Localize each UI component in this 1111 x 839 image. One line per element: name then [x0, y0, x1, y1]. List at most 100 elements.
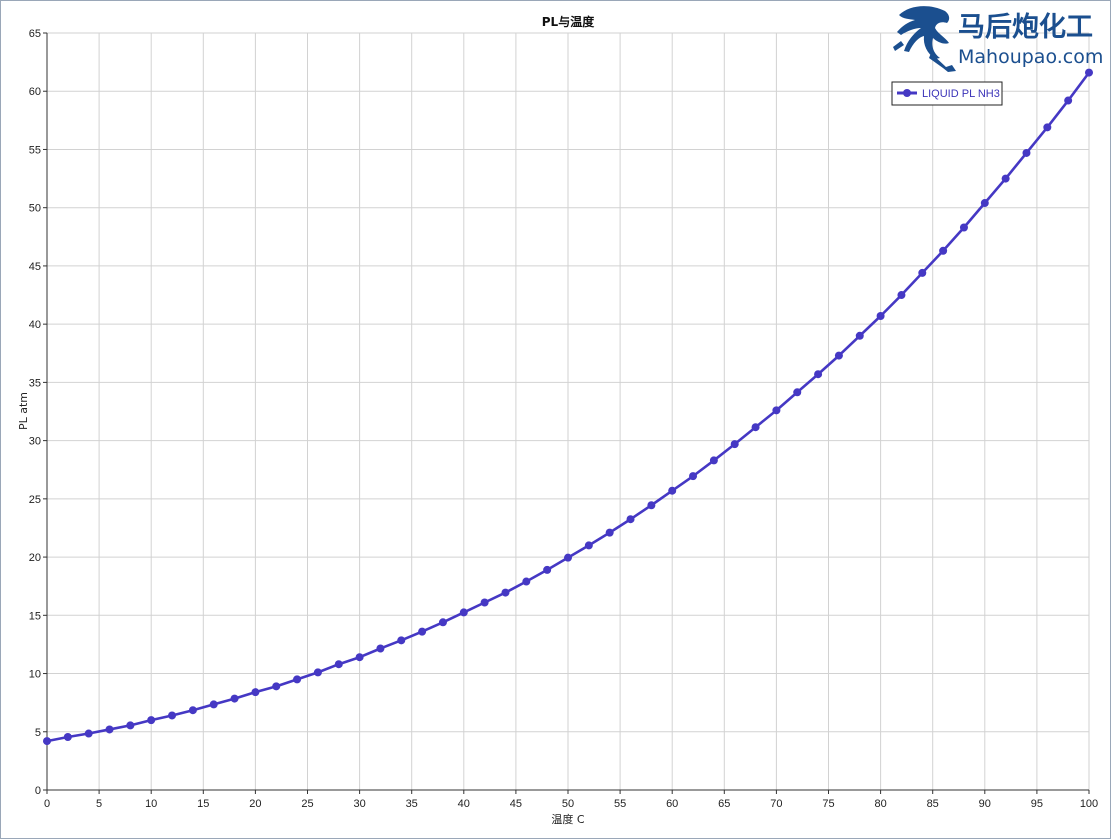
data-point	[376, 644, 385, 653]
data-point	[918, 268, 927, 277]
grid-lines	[46, 32, 1090, 791]
x-tick-label: 5	[96, 798, 102, 810]
x-tick-label: 80	[874, 798, 886, 810]
data-point	[980, 199, 989, 208]
data-point	[939, 246, 948, 255]
data-point	[147, 716, 156, 725]
data-point	[63, 733, 72, 742]
x-tick-label: 30	[353, 798, 365, 810]
x-tick-label: 40	[458, 798, 470, 810]
data-point	[564, 553, 572, 562]
y-tick-label: 10	[29, 669, 41, 681]
x-tick-label: 70	[770, 798, 782, 810]
data-point	[772, 406, 781, 415]
chart-title: PL与温度	[542, 14, 595, 29]
chart-window: PL与温度 0 5 10 15 20 25 30 35 40 45 50 55 60 65 70 75 80 85…	[0, 0, 1111, 839]
data-point	[230, 694, 239, 703]
y-tick-label: 65	[29, 28, 41, 40]
y-tick-label: 40	[29, 319, 41, 331]
data-point	[293, 675, 302, 684]
data-point	[668, 486, 677, 495]
x-tick-label: 75	[822, 798, 834, 810]
data-point	[84, 729, 93, 738]
y-tick-label: 45	[29, 261, 41, 273]
x-tick-label: 35	[406, 798, 418, 810]
data-point	[543, 565, 552, 574]
data-point	[647, 501, 656, 510]
y-tick-label: 5	[35, 727, 41, 739]
y-tick-label: 30	[29, 436, 41, 448]
data-point	[834, 351, 843, 360]
data-point	[897, 291, 906, 300]
y-tick-label: 60	[29, 86, 41, 98]
x-tick-label: 15	[197, 798, 209, 810]
data-point	[501, 588, 510, 597]
data-point	[209, 700, 218, 709]
data-point	[313, 668, 322, 677]
data-point	[793, 388, 802, 397]
y-tick-label: 20	[29, 552, 41, 564]
x-tick-label: 65	[718, 798, 730, 810]
y-tick-label: 15	[29, 610, 41, 622]
data-point	[188, 706, 197, 715]
data-point	[709, 456, 718, 465]
x-tick-label: 45	[510, 798, 522, 810]
data-point	[272, 682, 281, 691]
data-point	[251, 688, 260, 697]
data-point	[126, 721, 135, 730]
x-tick-label: 0	[44, 798, 50, 810]
data-point	[355, 653, 364, 662]
data-point	[814, 370, 823, 379]
x-tick-label: 10	[145, 798, 157, 810]
x-tick-label: 85	[927, 798, 939, 810]
data-point	[459, 608, 468, 617]
x-tick-label: 55	[614, 798, 626, 810]
x-tick-label: 60	[666, 798, 678, 810]
data-point	[1043, 123, 1052, 132]
data-point	[605, 528, 614, 537]
y-tick-label: 25	[29, 494, 41, 506]
data-point	[876, 312, 885, 321]
x-tick-label: 95	[1031, 798, 1043, 810]
data-point	[522, 577, 531, 586]
data-point	[1001, 174, 1010, 183]
data-point	[438, 618, 447, 627]
y-axis-title: PL atm	[17, 392, 30, 430]
data-point	[480, 598, 489, 607]
data-point	[730, 440, 739, 449]
x-axis-title: 温度 C	[551, 812, 584, 826]
brand-logo: 马后炮化工 Mahoupao.com	[893, 6, 1103, 72]
logo-domain-text: Mahoupao.com	[958, 46, 1103, 68]
x-tick-label: 90	[979, 798, 991, 810]
data-point	[43, 737, 51, 746]
data-point	[959, 223, 968, 232]
data-point	[626, 515, 635, 524]
logo-chinese-text: 马后炮化工	[958, 11, 1093, 43]
data-point	[397, 636, 406, 645]
legend-swatch-marker	[903, 89, 911, 97]
x-tick-label: 50	[562, 798, 574, 810]
y-tick-label: 0	[35, 785, 41, 797]
legend[interactable]: LIQUID PL NH3	[891, 81, 1003, 106]
data-point	[1064, 96, 1073, 105]
data-point	[418, 627, 427, 636]
y-tick-label: 55	[29, 144, 41, 156]
x-tick-label: 25	[301, 798, 313, 810]
x-axis-ticks: 0 5 10 15 20 25 30 35 40 45 50 55 60 65 70 75 80 85 90 95 10…	[44, 790, 1098, 810]
x-tick-label: 20	[249, 798, 261, 810]
data-point	[689, 472, 698, 481]
line-chart: PL与温度 0 5 10 15 20 25 30 35 40 45 50 55 60 65 70 75 80 85…	[17, 6, 1103, 826]
data-point	[105, 725, 114, 734]
data-point	[1022, 148, 1031, 157]
data-point	[334, 660, 343, 669]
x-tick-label: 100	[1080, 798, 1098, 810]
y-axis-ticks: 0 5 10 15 20 25 30 35 40 45 50 55 60 65	[29, 28, 47, 797]
data-point	[584, 541, 593, 550]
data-point	[855, 331, 864, 340]
data-point	[1085, 68, 1093, 77]
y-tick-label: 35	[29, 377, 41, 389]
y-tick-label: 50	[29, 203, 41, 215]
data-point	[168, 711, 177, 720]
legend-label: LIQUID PL NH3	[922, 88, 1000, 100]
data-point	[751, 423, 760, 432]
